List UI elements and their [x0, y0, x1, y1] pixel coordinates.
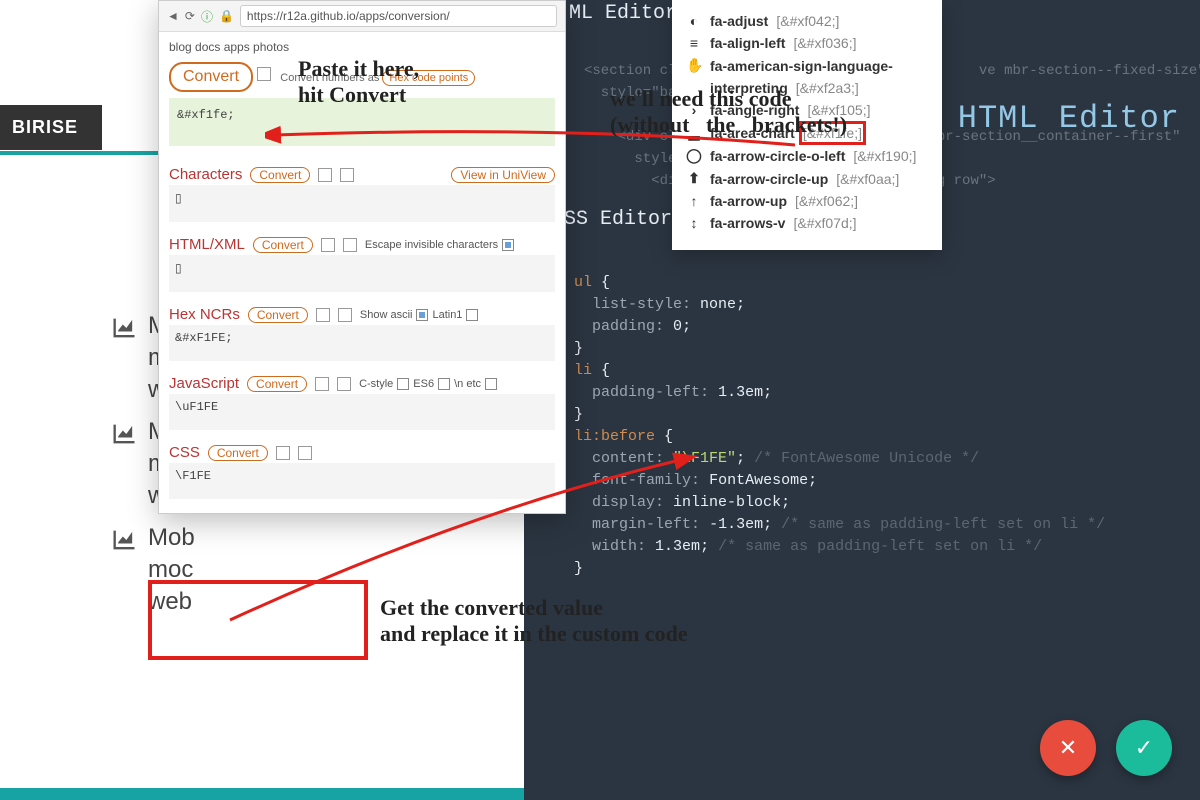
area-chart-icon: [110, 526, 138, 554]
section-title: CSS: [169, 444, 200, 461]
select-icon[interactable]: [340, 168, 354, 182]
section-option[interactable]: C-style ES6 \n etc: [359, 378, 497, 390]
fa-name: fa-area-chart: [710, 125, 795, 141]
fa-list-row[interactable]: ↕ fa-arrows-v [&#xf07d;]: [686, 212, 928, 234]
fa-icon: ↑: [686, 193, 702, 209]
info-icon[interactable]: ⓘ: [201, 8, 213, 25]
section-title: Hex NCRs: [169, 306, 240, 323]
section-title: Characters: [169, 166, 242, 183]
fa-icon: ▂: [686, 124, 702, 141]
converter-section: Hex NCRs Convert Show ascii Latin1 &#xF1FE…: [169, 306, 555, 361]
select-icon[interactable]: [337, 377, 351, 391]
copy-icon[interactable]: [318, 168, 332, 182]
copy-icon[interactable]: [321, 238, 335, 252]
hex-pill[interactable]: Hex code points: [382, 70, 475, 86]
ok-button[interactable]: ✓: [1116, 720, 1172, 776]
fa-icon: ◐: [686, 13, 702, 29]
section-title: HTML/XML: [169, 236, 245, 253]
section-output[interactable]: ▯: [169, 185, 555, 222]
convert-button[interactable]: Convert: [169, 62, 253, 92]
converter-section: JavaScript Convert C-style ES6 \n etc \uF1…: [169, 375, 555, 430]
bg-logo: BIRISE: [0, 105, 102, 150]
fa-name: fa-align-left: [710, 35, 785, 51]
area-chart-icon: [110, 314, 138, 342]
convert-button-small[interactable]: Convert: [248, 307, 308, 323]
fa-name: fa-angle-right: [710, 102, 799, 118]
copy-icon[interactable]: [315, 377, 329, 391]
select-icon[interactable]: [298, 446, 312, 460]
section-output[interactable]: ▯: [169, 255, 555, 292]
cancel-button[interactable]: ✕: [1040, 720, 1096, 776]
fa-list-row[interactable]: ↑ fa-arrow-up [&#xf062;]: [686, 190, 928, 212]
section-option[interactable]: Escape invisible characters: [365, 239, 514, 251]
view-uniview-button[interactable]: View in UniView: [451, 167, 555, 183]
select-icon[interactable]: [338, 308, 352, 322]
copy-icon[interactable]: [257, 67, 271, 81]
fa-name: fa-arrow-up: [710, 193, 787, 209]
converter-section: CSS Convert \F1FE: [169, 444, 555, 499]
fa-list-row[interactable]: ✋ fa-american-sign-language-: [686, 54, 928, 77]
fa-code: [&#xf2a3;]: [796, 80, 859, 96]
fa-code: [&#xf1fe;]: [803, 125, 862, 141]
fa-name: fa-adjust: [710, 13, 768, 29]
back-icon[interactable]: ◄: [167, 9, 179, 23]
convert-button-small[interactable]: Convert: [208, 445, 268, 461]
fa-icon: ↕: [686, 215, 702, 231]
breadcrumb[interactable]: blog docs apps photos: [169, 40, 555, 54]
fa-name: fa-arrows-v: [710, 215, 785, 231]
converter-section: Characters Convert View in UniView ▯: [169, 166, 555, 222]
convert-button-small[interactable]: Convert: [247, 376, 307, 392]
css-code[interactable]: ul { list-style: none; padding: 0; } li …: [574, 272, 1105, 580]
fa-icon: ›: [686, 102, 702, 118]
area-chart-icon: [110, 420, 138, 448]
section-output[interactable]: &#xF1FE;: [169, 325, 555, 361]
fa-list-row[interactable]: ◐ fa-adjust [&#xf042;]: [686, 10, 928, 32]
section-title: JavaScript: [169, 375, 239, 392]
converter-input[interactable]: &#xf1fe;: [169, 98, 555, 146]
url-bar[interactable]: https://r12a.github.io/apps/conversion/: [240, 5, 557, 27]
fa-icon: ✋: [686, 57, 702, 74]
convert-button-small[interactable]: Convert: [250, 167, 310, 183]
fa-name: fa-american-sign-language-: [710, 58, 893, 74]
fa-code: [&#xf062;]: [795, 193, 858, 209]
css-editor-label: SS Editor:: [564, 208, 684, 231]
fa-list-row[interactable]: ≡ fa-align-left [&#xf036;]: [686, 32, 928, 54]
lock-icon: 🔒: [219, 9, 234, 23]
fa-code: [&#xf190;]: [853, 148, 916, 164]
converter-window: ◄ ⟳ ⓘ 🔒 https://r12a.github.io/apps/conv…: [158, 0, 566, 514]
fa-name: fa-arrow-circle-up: [710, 171, 828, 187]
fa-icon: ◯: [686, 147, 702, 164]
fa-code: [&#xf07d;]: [793, 215, 856, 231]
browser-toolbar: ◄ ⟳ ⓘ 🔒 https://r12a.github.io/apps/conv…: [159, 1, 565, 32]
copy-icon[interactable]: [316, 308, 330, 322]
select-icon[interactable]: [343, 238, 357, 252]
fa-list-row[interactable]: ▂ fa-area-chart [&#xf1fe;]: [686, 121, 928, 144]
fa-list-row[interactable]: interpreting [&#xf2a3;]: [686, 77, 928, 99]
fa-icon: ⬆: [686, 170, 702, 187]
fa-list-row[interactable]: ◯ fa-arrow-circle-o-left [&#xf190;]: [686, 144, 928, 167]
converter-section: HTML/XML Convert Escape invisible characte…: [169, 236, 555, 292]
fa-icon: ≡: [686, 35, 702, 51]
fa-code: [&#xf0aa;]: [836, 171, 899, 187]
convert-button-small[interactable]: Convert: [253, 237, 313, 253]
fa-name: interpreting: [710, 80, 788, 96]
section-output[interactable]: \F1FE: [169, 463, 555, 499]
section-output[interactable]: \uF1FE: [169, 394, 555, 430]
section-option[interactable]: Show ascii Latin1: [360, 309, 479, 321]
fa-code: [&#xf105;]: [807, 102, 870, 118]
copy-icon[interactable]: [276, 446, 290, 460]
fa-list-row[interactable]: ⬆ fa-arrow-circle-up [&#xf0aa;]: [686, 167, 928, 190]
fa-code: [&#xf042;]: [776, 13, 839, 29]
fa-list-row[interactable]: › fa-angle-right [&#xf105;]: [686, 99, 928, 121]
fa-name: fa-arrow-circle-o-left: [710, 148, 845, 164]
fa-code: [&#xf036;]: [793, 35, 856, 51]
fontawesome-icon-list[interactable]: ◐ fa-adjust [&#xf042;] ≡ fa-align-left [&#xf0…: [672, 0, 942, 250]
reload-icon[interactable]: ⟳: [185, 9, 195, 23]
